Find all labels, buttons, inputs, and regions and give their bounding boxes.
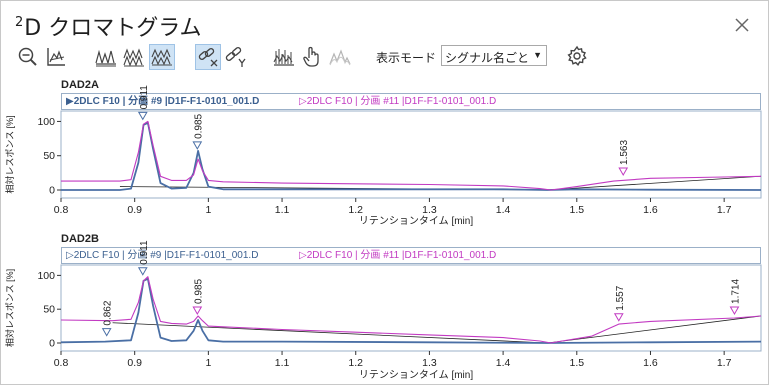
x-tick-label: 1.5: [569, 204, 584, 216]
x-tick-label: 1.4: [496, 204, 511, 216]
peak-marker-icon: [613, 313, 624, 322]
series-line-fraction-9: [60, 277, 762, 344]
x-tick-label: 1.6: [643, 204, 658, 216]
x-tick-label: 0.8: [54, 357, 69, 369]
x-tick-label: 1.3: [422, 357, 437, 369]
x-tick-label: 1: [205, 357, 211, 369]
chromatogram-window: 2D クロマトグラム 表示モード シグナル名ごと ▼ DAD2A ▶2DLC F…: [0, 0, 769, 385]
x-tick-label: 1.4: [496, 357, 511, 369]
y-tick-label: 50: [43, 150, 55, 162]
peak-label: 0.985: [193, 278, 204, 303]
y-tick-label: 0: [49, 338, 55, 350]
x-tick-label: 1.2: [348, 357, 363, 369]
series-line-fraction-9: [61, 121, 762, 191]
x-axis-label: リテンションタイム [min]: [359, 215, 473, 227]
peak-marker-icon: [729, 306, 740, 315]
x-tick-label: 1.2: [348, 204, 363, 216]
x-tick-label: 1.1: [275, 357, 290, 369]
x-tick-label: 1.6: [643, 357, 658, 369]
peak-marker-icon: [192, 306, 203, 315]
y-tick-label: 100: [37, 270, 55, 282]
peak-label: 0.911: [139, 240, 150, 265]
y-tick-label: 100: [37, 116, 55, 128]
y-tick-label: 50: [43, 304, 55, 316]
y-axis-label: 相対レスポンス [%]: [4, 269, 15, 347]
peak-label: 1.563: [619, 140, 630, 165]
y-axis-label: 相対レスポンス [%]: [4, 115, 15, 193]
x-tick-label: 1.3: [422, 204, 437, 216]
plot-area-frame: [60, 264, 762, 352]
x-tick-label: 1.7: [717, 357, 732, 369]
peak-marker-icon: [137, 267, 148, 276]
x-tick-label: 1.1: [275, 204, 290, 216]
peak-marker-icon: [192, 141, 203, 150]
x-tick-label: 1.5: [569, 357, 584, 369]
peak-label: 1.714: [730, 278, 741, 303]
peak-label: 0.862: [103, 300, 114, 325]
baseline-line: [547, 315, 762, 344]
x-tick-label: 1: [205, 204, 211, 216]
peak-marker-icon: [618, 167, 629, 176]
series-line-fraction-11: [61, 120, 762, 191]
peak-label: 0.985: [193, 113, 204, 138]
x-tick-label: 0.9: [127, 357, 142, 369]
x-axis-label: リテンションタイム [min]: [359, 369, 473, 381]
chromatogram-charts[interactable]: 0 50 100 0.8 0.9 1 1.1 1.2 1.3 1.4 1.5 1.6 1.7 リテンション…: [1, 1, 768, 384]
peak-label: 0.911: [139, 85, 150, 110]
x-tick-label: 0.9: [127, 204, 142, 216]
peak-marker-icon: [101, 328, 112, 337]
peak-label: 1.557: [615, 285, 626, 310]
peak-marker-icon: [137, 111, 148, 121]
x-tick-label: 1.7: [717, 204, 732, 216]
x-tick-label: 0.8: [54, 204, 69, 216]
series-line-fraction-11: [60, 276, 762, 344]
y-tick-label: 0: [49, 185, 55, 197]
